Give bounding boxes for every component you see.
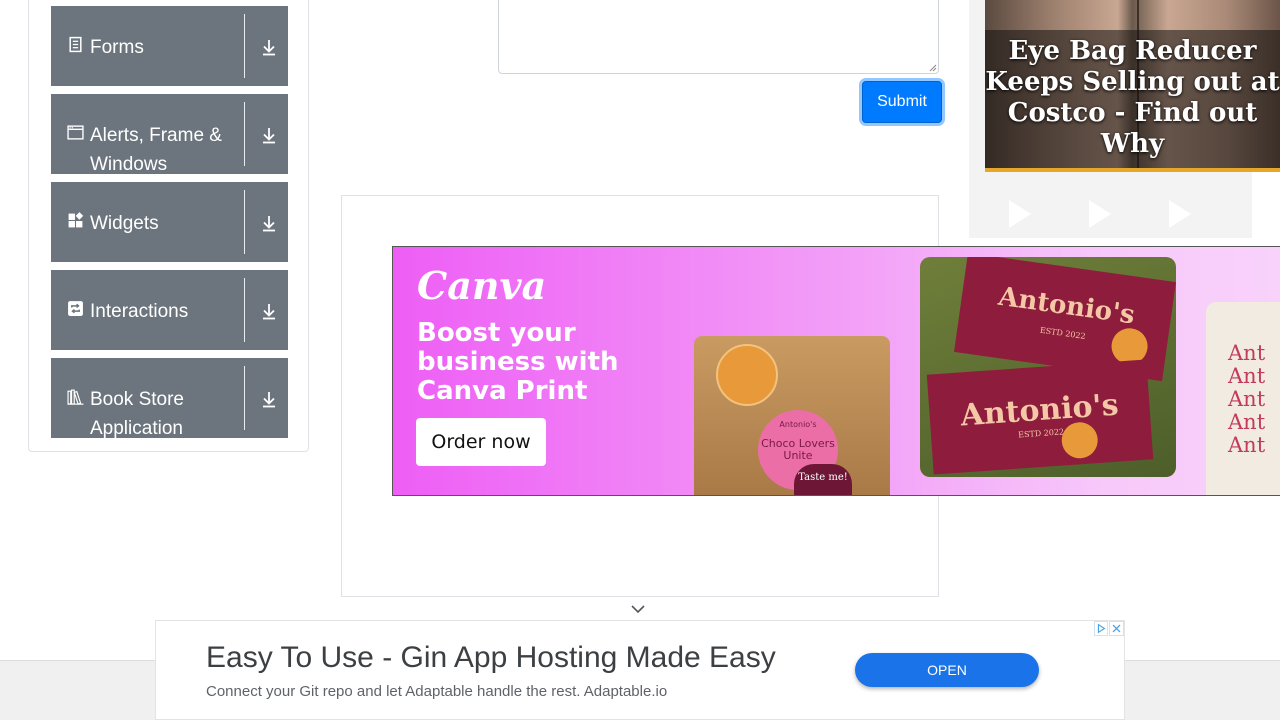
adchoices-icon[interactable]: [1094, 621, 1108, 636]
divider: [244, 366, 245, 430]
right-ad-image[interactable]: Eye Bag Reducer Keeps Selling out at Cos…: [985, 0, 1280, 172]
sidebar-group-widgets[interactable]: Widgets: [51, 182, 288, 262]
divider: [244, 14, 245, 78]
sidebar-group-label: Interactions: [90, 301, 189, 322]
interactions-icon: [68, 301, 83, 316]
download-arrow-icon[interactable]: [258, 124, 280, 146]
download-arrow-icon[interactable]: [258, 388, 280, 410]
sidebar-group-forms[interactable]: Forms: [51, 6, 288, 86]
ad-pattern: [1009, 200, 1031, 228]
sticker-brand: Antonio's: [779, 420, 817, 429]
sidebar: Forms Alerts, Frame & Windows Widgets In…: [28, 0, 309, 452]
sidebar-group-label: Alerts, Frame & Windows: [90, 125, 222, 175]
photo-accent-bar: [985, 168, 1280, 172]
ad-pattern: [1169, 200, 1191, 228]
paper-bag-image: Antonio's Choco Lovers Unite Taste me!: [694, 336, 890, 495]
sticker-text: Choco Lovers Unite: [761, 437, 835, 462]
bottom-ad-subtitle: Connect your Git repo and let Adaptable …: [206, 683, 668, 700]
sidebar-group-label: Widgets: [90, 213, 159, 234]
canva-logo: Canva: [417, 263, 547, 308]
tag-text: Taste me!: [798, 472, 848, 483]
quality-seal: [716, 344, 778, 406]
divider: [244, 278, 245, 342]
chevron-down-icon[interactable]: [630, 603, 646, 615]
order-now-button[interactable]: Order now: [416, 418, 546, 466]
widgets-icon: [68, 212, 84, 228]
sidebar-group-label: Book Store Application: [90, 389, 184, 439]
business-card: Antonio's ESTD 2022: [926, 359, 1154, 475]
canva-banner-ad[interactable]: Canva Boost your business with Canva Pri…: [392, 246, 1280, 496]
tote-bag-image: Ant Ant Ant Ant Ant: [1206, 302, 1280, 495]
download-arrow-icon[interactable]: [258, 212, 280, 234]
tote-text: Ant Ant Ant Ant Ant: [1228, 341, 1266, 457]
close-icon[interactable]: [1109, 621, 1124, 636]
download-arrow-icon[interactable]: [258, 36, 280, 58]
sidebar-group-book-store[interactable]: Book Store Application: [51, 358, 288, 439]
sidebar-group-interactions[interactable]: Interactions: [51, 270, 288, 350]
document-icon: [69, 36, 82, 53]
right-ad-headline[interactable]: Eye Bag Reducer Keeps Selling out at Cos…: [985, 36, 1280, 160]
open-button[interactable]: OPEN: [855, 653, 1039, 687]
window-icon: [67, 125, 84, 140]
sidebar-group-alerts[interactable]: Alerts, Frame & Windows: [51, 94, 288, 175]
sidebar-group-label: Forms: [90, 37, 144, 58]
bottom-ad-title[interactable]: Easy To Use - Gin App Hosting Made Easy: [206, 641, 776, 675]
download-arrow-icon[interactable]: [258, 300, 280, 322]
message-textarea[interactable]: [498, 0, 939, 74]
business-cards-image: Antonio's ESTD 2022 Antonio's ESTD 2022: [920, 257, 1176, 477]
submit-button[interactable]: Submit: [862, 81, 942, 123]
divider: [244, 102, 245, 166]
ad-pattern: [1089, 200, 1111, 228]
bottom-ad[interactable]: Easy To Use - Gin App Hosting Made Easy …: [155, 620, 1125, 720]
canva-headline: Boost your business with Canva Print: [417, 318, 619, 406]
divider: [244, 190, 245, 254]
bag-tag: Taste me!: [794, 464, 852, 495]
resize-grip-icon[interactable]: [929, 64, 937, 72]
book-icon: [67, 389, 84, 405]
